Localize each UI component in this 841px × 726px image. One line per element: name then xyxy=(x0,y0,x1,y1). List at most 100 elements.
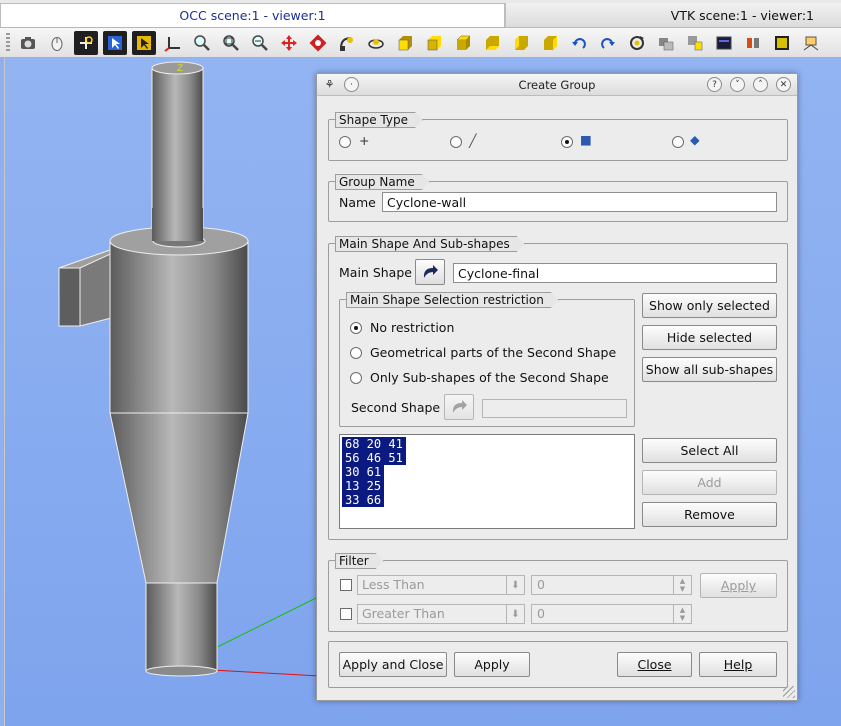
rotate-clockwise-icon[interactable] xyxy=(596,31,620,55)
list-item[interactable]: 68 20 41 xyxy=(342,437,406,451)
back-view-icon[interactable] xyxy=(422,31,446,55)
trihedron-icon[interactable] xyxy=(770,31,794,55)
front-view-icon[interactable] xyxy=(393,31,417,55)
shape-type-solid-radio[interactable] xyxy=(672,136,684,148)
rotation-icon[interactable] xyxy=(364,31,388,55)
main-shape-input[interactable]: Cyclone-final xyxy=(453,263,777,283)
clipping-icon[interactable] xyxy=(683,31,707,55)
restriction-group: Main Shape Selection restriction No rest… xyxy=(339,299,635,427)
bottom-view-icon[interactable] xyxy=(480,31,504,55)
scaling-icon[interactable] xyxy=(712,31,736,55)
fit-all-icon[interactable] xyxy=(74,30,98,55)
only-subshapes-label: Only Sub-shapes of the Second Shape xyxy=(370,370,609,385)
greater-than-combo[interactable]: Greater Than ⬇ xyxy=(357,604,525,624)
only-subshapes-radio[interactable] xyxy=(350,372,362,384)
vertex-icon: + xyxy=(359,133,370,148)
mouse-icon[interactable] xyxy=(45,31,69,55)
greater-than-label: Greater Than xyxy=(362,606,445,621)
remove-button[interactable]: Remove xyxy=(642,502,777,527)
viewer-toolbar xyxy=(0,28,841,58)
close-window-icon[interactable]: ✕ xyxy=(776,77,791,92)
shape-type-vertex-radio[interactable] xyxy=(339,136,351,148)
clone-view-icon[interactable] xyxy=(654,31,678,55)
resize-grip[interactable] xyxy=(783,686,795,698)
hide-selected-button[interactable]: Hide selected xyxy=(642,325,777,350)
group-name-input[interactable]: Cyclone-wall xyxy=(382,192,777,212)
list-item[interactable]: 13 25 xyxy=(342,479,385,493)
top-view-icon[interactable] xyxy=(451,31,475,55)
show-only-selected-button[interactable]: Show only selected xyxy=(642,293,777,318)
help-icon[interactable]: ? xyxy=(707,77,722,92)
group-name-legend: Group Name xyxy=(335,174,430,190)
filter-apply-label: Apply xyxy=(720,578,757,593)
list-item[interactable]: 30 61 xyxy=(342,465,385,479)
subshape-id-list[interactable]: 68 20 41 56 46 51 30 61 13 25 33 66 xyxy=(339,434,635,529)
rotate-icon[interactable] xyxy=(306,31,330,55)
graduated-axes-icon[interactable] xyxy=(741,31,765,55)
select-area-icon[interactable] xyxy=(103,30,127,55)
second-shape-input[interactable] xyxy=(482,399,627,418)
right-view-icon[interactable] xyxy=(538,31,562,55)
less-than-value: 0 xyxy=(537,577,545,592)
geometrical-parts-radio[interactable] xyxy=(350,347,362,359)
tab-vtk-viewer[interactable]: VTK scene:1 - viewer:1 xyxy=(505,3,841,27)
filter-legend: Filter xyxy=(335,553,384,569)
no-restriction-label: No restriction xyxy=(370,320,455,335)
global-pan-icon[interactable] xyxy=(161,31,185,55)
rotate-counterclockwise-icon[interactable] xyxy=(567,31,591,55)
main-shape-legend: Main Shape And Sub-shapes xyxy=(335,236,525,252)
ray-tracing-icon[interactable] xyxy=(799,31,823,55)
create-group-dialog: ⚘ · Create Group ? ˅ ˄ ✕ Shape Type + ╱ … xyxy=(316,73,798,701)
list-item[interactable]: 56 46 51 xyxy=(342,451,406,465)
dialog-title: Create Group xyxy=(518,78,596,92)
greater-than-spinbox[interactable]: 0 ▲ ▼ xyxy=(531,604,692,624)
show-all-subshapes-button[interactable]: Show all sub-shapes xyxy=(642,357,777,382)
edge-icon: ╱ xyxy=(469,133,477,148)
left-view-icon[interactable] xyxy=(509,31,533,55)
select-all-button[interactable]: Select All xyxy=(642,438,777,463)
shape-type-group: Shape Type + ╱ ■ ◆ xyxy=(328,119,788,161)
main-shape-label: Main Shape xyxy=(339,265,412,280)
filter-apply-button[interactable]: Apply xyxy=(700,573,777,598)
no-restriction-radio[interactable] xyxy=(350,322,362,334)
apply-and-close-button[interactable]: Apply and Close xyxy=(339,652,447,677)
dump-view-icon[interactable] xyxy=(16,31,40,55)
zoom-icon[interactable] xyxy=(190,31,214,55)
view-tabs: OCC scene:1 - viewer:1 VTK scene:1 - vie… xyxy=(0,0,841,28)
select-arrow-icon xyxy=(452,400,467,413)
group-name-group: Group Name Name Cyclone-wall xyxy=(328,181,788,222)
reset-view-icon[interactable] xyxy=(625,31,649,55)
fit-area-icon[interactable] xyxy=(219,31,243,55)
help-button[interactable]: Help xyxy=(699,652,777,677)
shape-type-edge-radio[interactable] xyxy=(450,136,462,148)
select-arrow-icon xyxy=(423,265,438,278)
less-than-spinbox[interactable]: 0 ▲ ▼ xyxy=(531,575,692,595)
less-than-combo[interactable]: Less Than ⬇ xyxy=(357,575,525,595)
shape-type-legend: Shape Type xyxy=(335,112,423,128)
pan-icon[interactable] xyxy=(277,31,301,55)
maximize-icon[interactable]: ˄ xyxy=(753,77,768,92)
second-shape-select-button[interactable] xyxy=(444,394,474,420)
apply-button[interactable]: Apply xyxy=(454,652,530,677)
list-item[interactable]: 33 66 xyxy=(342,493,385,507)
main-shape-select-button[interactable] xyxy=(415,259,445,285)
zoom-out-icon[interactable] xyxy=(248,31,272,55)
filter-group: Filter Less Than ⬇ 0 ▲ ▼ Apply Greater Th… xyxy=(328,560,788,632)
greater-than-checkbox[interactable] xyxy=(340,608,352,620)
close-button[interactable]: Close xyxy=(617,652,692,677)
rectangle-zoom-icon[interactable] xyxy=(132,30,156,55)
change-rotation-point-icon[interactable] xyxy=(335,31,359,55)
less-than-checkbox[interactable] xyxy=(340,579,352,591)
less-than-label: Less Than xyxy=(362,577,425,592)
footer-group: Apply and Close Apply Close Help xyxy=(328,641,788,688)
restriction-legend: Main Shape Selection restriction xyxy=(346,292,559,308)
tab-occ-viewer[interactable]: OCC scene:1 - viewer:1 xyxy=(0,3,505,27)
dialog-titlebar[interactable]: ⚘ · Create Group ? ˅ ˄ ✕ xyxy=(317,74,797,96)
minimize-icon[interactable]: ˅ xyxy=(730,77,745,92)
add-button[interactable]: Add xyxy=(642,470,777,495)
spin-arrows-icon[interactable]: ▲ ▼ xyxy=(673,605,691,623)
toolbar-grip[interactable] xyxy=(6,32,10,53)
shape-type-face-radio[interactable] xyxy=(561,136,573,148)
chevron-down-icon: ⬇ xyxy=(506,605,524,623)
spin-arrows-icon[interactable]: ▲ ▼ xyxy=(673,576,691,594)
